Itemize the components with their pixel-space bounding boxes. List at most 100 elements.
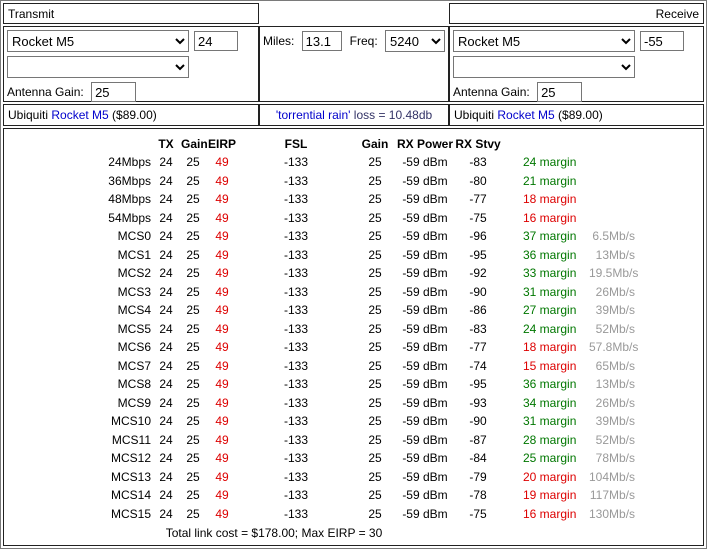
cell-margin: 37 margin — [503, 229, 589, 243]
cell-margin: 16 margin — [503, 507, 589, 521]
cell-gain: 25 — [181, 340, 205, 354]
cell-rx-power: -59 dBm — [397, 433, 453, 447]
cell-rate: MCS5 — [4, 322, 151, 336]
table-row: MCS3242549-13325-59 dBm-9031 margin26Mb/… — [4, 283, 703, 302]
receive-antenna-gain-input[interactable] — [537, 82, 582, 102]
cell-fsl: -133 — [239, 507, 353, 521]
cell-fsl: -133 — [239, 248, 353, 262]
cell-tx: 24 — [151, 470, 181, 484]
cell-gain: 25 — [181, 229, 205, 243]
cell-margin: 31 margin — [503, 414, 589, 428]
cell-fsl: -133 — [239, 285, 353, 299]
table-row: MCS10242549-13325-59 dBm-9031 margin39Mb… — [4, 412, 703, 431]
link-budget-table: TX Gain EIRP FSL Gain RX Power RX Stvy 2… — [3, 128, 704, 546]
transmit-antenna-gain-label: Antenna Gain: — [7, 85, 87, 99]
cell-gain2: 25 — [353, 322, 397, 336]
cell-margin: 21 margin — [503, 174, 589, 188]
cell-fsl: -133 — [239, 303, 353, 317]
cell-tx: 24 — [151, 507, 181, 521]
table-row: MCS7242549-13325-59 dBm-7415 margin65Mb/… — [4, 357, 703, 376]
freq-select[interactable]: 5240 — [385, 30, 445, 52]
cell-rx-power: -59 dBm — [397, 470, 453, 484]
cell-rx-power: -59 dBm — [397, 266, 453, 280]
cell-gain2: 25 — [353, 303, 397, 317]
cell-eirp: 49 — [205, 359, 239, 373]
rain-loss-box: 'torrential rain' loss = 10.48db — [259, 104, 449, 126]
cell-gain: 25 — [181, 451, 205, 465]
cell-eirp: 49 — [205, 248, 239, 262]
transmit-product-suffix: ($89.00) — [109, 108, 157, 122]
cell-tx: 24 — [151, 192, 181, 206]
cell-margin: 24 margin — [503, 322, 589, 336]
cell-gain2: 25 — [353, 377, 397, 391]
cell-eirp: 49 — [205, 470, 239, 484]
cell-gain: 25 — [181, 248, 205, 262]
cell-fsl: -133 — [239, 155, 353, 169]
receive-product-link[interactable]: Rocket M5 — [497, 108, 554, 122]
cell-rx-stvy: -84 — [453, 451, 503, 465]
table-row: MCS8242549-13325-59 dBm-9536 margin13Mb/… — [4, 375, 703, 394]
header-rx-power: RX Power — [397, 137, 453, 151]
cell-rx-power: -59 dBm — [397, 507, 453, 521]
cell-rate: 24Mbps — [4, 155, 151, 169]
receive-antenna-select[interactable] — [453, 56, 635, 78]
transmit-radio-select[interactable]: Rocket M5 — [7, 30, 189, 52]
cell-rx-power: -59 dBm — [397, 340, 453, 354]
cell-speed: 26Mb/s — [589, 396, 635, 410]
cell-eirp: 49 — [205, 322, 239, 336]
transmit-power-input[interactable] — [194, 31, 238, 51]
transmit-product-link[interactable]: Rocket M5 — [51, 108, 108, 122]
transmit-antenna-select[interactable] — [7, 56, 189, 78]
cell-rate: MCS0 — [4, 229, 151, 243]
cell-rate: MCS10 — [4, 414, 151, 428]
cell-fsl: -133 — [239, 359, 353, 373]
link-controls-box: Miles: Freq: 5240 — [259, 26, 449, 102]
cell-margin: 20 margin — [503, 470, 589, 484]
cell-fsl: -133 — [239, 470, 353, 484]
cell-rate: MCS1 — [4, 248, 151, 262]
freq-label: Freq: — [350, 34, 381, 48]
cell-gain: 25 — [181, 359, 205, 373]
receive-radio-select[interactable]: Rocket M5 — [453, 30, 635, 52]
receive-antenna-gain-label: Antenna Gain: — [453, 85, 533, 99]
cell-eirp: 49 — [205, 340, 239, 354]
transmit-controls-box: Rocket M5 Antenna Gain: — [3, 26, 259, 102]
cell-speed: 13Mb/s — [589, 377, 635, 391]
cell-tx: 24 — [151, 266, 181, 280]
cell-eirp: 49 — [205, 266, 239, 280]
receive-power-input[interactable] — [640, 31, 684, 51]
cell-rate: MCS7 — [4, 359, 151, 373]
cell-gain2: 25 — [353, 192, 397, 206]
cell-gain: 25 — [181, 266, 205, 280]
cell-gain2: 25 — [353, 470, 397, 484]
miles-label: Miles: — [263, 34, 298, 48]
miles-input[interactable] — [302, 31, 342, 51]
cell-margin: 25 margin — [503, 451, 589, 465]
cell-speed: 104Mb/s — [589, 470, 635, 484]
cell-speed: 19.5Mb/s — [589, 266, 635, 280]
cell-rate: 54Mbps — [4, 211, 151, 225]
transmit-label: Transmit — [8, 7, 54, 21]
receive-product-suffix: ($89.00) — [555, 108, 603, 122]
cell-gain: 25 — [181, 507, 205, 521]
cell-margin: 24 margin — [503, 155, 589, 169]
cell-gain: 25 — [181, 155, 205, 169]
cell-gain2: 25 — [353, 340, 397, 354]
cell-speed: 6.5Mb/s — [589, 229, 635, 243]
rain-link[interactable]: 'torrential rain' — [276, 108, 351, 122]
cell-tx: 24 — [151, 451, 181, 465]
cell-rx-power: -59 dBm — [397, 155, 453, 169]
cell-fsl: -133 — [239, 377, 353, 391]
cell-rx-stvy: -92 — [453, 266, 503, 280]
cell-eirp: 49 — [205, 192, 239, 206]
cell-tx: 24 — [151, 248, 181, 262]
transmit-antenna-gain-input[interactable] — [91, 82, 136, 102]
cell-rate: MCS15 — [4, 507, 151, 521]
cell-eirp: 49 — [205, 211, 239, 225]
table-row: MCS15242549-13325-59 dBm-7516 margin130M… — [4, 505, 703, 524]
cell-rx-stvy: -83 — [453, 322, 503, 336]
cell-fsl: -133 — [239, 451, 353, 465]
cell-eirp: 49 — [205, 433, 239, 447]
cell-tx: 24 — [151, 488, 181, 502]
table-row: MCS4242549-13325-59 dBm-8627 margin39Mb/… — [4, 301, 703, 320]
